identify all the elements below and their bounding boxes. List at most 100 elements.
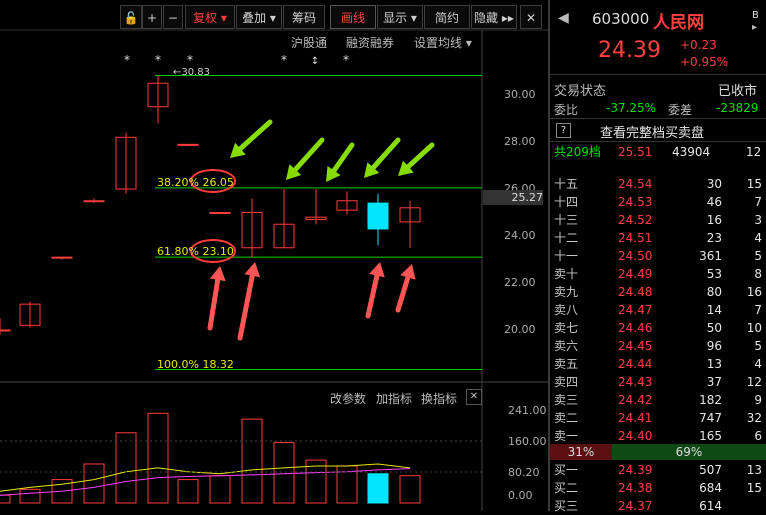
help-icon[interactable]: ? bbox=[556, 123, 571, 138]
vol-tick: 0.00 bbox=[508, 489, 533, 502]
overlay-button[interactable]: 叠加 ▾ bbox=[236, 5, 282, 29]
hgt-link[interactable]: 沪股通 bbox=[291, 34, 327, 51]
high-label: ←30.83 bbox=[173, 67, 211, 78]
ask-row[interactable]: 卖一 24.40 165 6 bbox=[550, 427, 766, 445]
level-price: 24.43 bbox=[618, 375, 653, 389]
marker-star: * bbox=[187, 53, 193, 67]
close-indicator-icon[interactable]: ✕ bbox=[466, 389, 482, 405]
volume-bar bbox=[273, 442, 295, 504]
ask-row[interactable]: 卖二 24.41 747 32 bbox=[550, 409, 766, 427]
ask-row[interactable]: 卖十 24.49 53 8 bbox=[550, 265, 766, 283]
ask-row[interactable]: 十五 24.54 30 15 bbox=[550, 175, 766, 193]
zoom-in-button[interactable]: + bbox=[142, 5, 162, 29]
volume-ma-line-yellow bbox=[0, 463, 411, 492]
candle-body bbox=[177, 143, 199, 146]
chips-button[interactable]: 筹码 bbox=[283, 5, 325, 29]
volume-bar bbox=[147, 412, 169, 504]
lock-icon[interactable]: 🔓 bbox=[120, 5, 142, 29]
level-count: 9 bbox=[754, 393, 762, 407]
level-volume: 30 bbox=[706, 177, 722, 191]
level-volume: 80 bbox=[706, 285, 722, 299]
ask-row[interactable]: 卖六 24.45 96 5 bbox=[550, 337, 766, 355]
ask-row[interactable]: 卖四 24.43 37 12 bbox=[550, 373, 766, 391]
level-price: 24.48 bbox=[618, 285, 653, 299]
level-price: 24.39 bbox=[618, 463, 653, 477]
draw-line-button[interactable]: 画线 bbox=[330, 5, 376, 29]
full-orderbook-link[interactable]: 查看完整档买卖盘 bbox=[600, 122, 704, 141]
volume-bar bbox=[209, 475, 231, 504]
ask-row[interactable]: 卖九 24.48 80 16 bbox=[550, 283, 766, 301]
quote-panel: ◀ 603000 人民网 B ▸ 24.39 +0.23 +0.95% 交易状态… bbox=[548, 0, 766, 513]
vol-tick: 160.00 bbox=[508, 435, 547, 448]
red-arrow-head bbox=[209, 266, 226, 282]
volume-bar bbox=[83, 463, 105, 504]
level-price: 24.51 bbox=[618, 231, 653, 245]
level-price: 24.52 bbox=[618, 213, 653, 227]
volume-bar bbox=[241, 418, 263, 504]
candle-body bbox=[83, 200, 105, 203]
ask-row[interactable]: 十一 24.50 361 5 bbox=[550, 247, 766, 265]
fib-label-618: 61.80% 23.10 bbox=[157, 245, 234, 258]
ask-row[interactable]: 十二 24.51 23 4 bbox=[550, 229, 766, 247]
level-label: 十四 bbox=[554, 195, 579, 209]
fuquan-button[interactable]: 复权 ▾ bbox=[185, 5, 235, 29]
next-stock-icon[interactable]: ▸ bbox=[752, 22, 757, 33]
sell-pct-bar: 69% bbox=[612, 444, 766, 460]
ask-row[interactable]: 卖八 24.47 14 7 bbox=[550, 301, 766, 319]
level-label: 卖四 bbox=[554, 375, 579, 389]
level-volume: 182 bbox=[699, 393, 722, 407]
bid-row[interactable]: 买一 24.39 507 13 bbox=[550, 461, 766, 479]
bid-row[interactable]: 买三 24.37 614 bbox=[550, 497, 766, 515]
level-count: 16 bbox=[746, 285, 762, 299]
volume-bar bbox=[399, 475, 421, 504]
level-volume: 684 bbox=[699, 481, 722, 495]
switch-indicator-button[interactable]: 换指标 bbox=[421, 390, 457, 407]
level-price: 24.49 bbox=[618, 267, 653, 281]
hide-button[interactable]: 隐藏 ▸▸ bbox=[471, 5, 517, 29]
change-value: +0.23 bbox=[680, 38, 717, 52]
level-label: 买一 bbox=[554, 463, 579, 477]
kline-chart[interactable]: * * * * * ↕ bbox=[0, 0, 548, 511]
ask-row[interactable]: 十四 24.53 46 7 bbox=[550, 193, 766, 211]
chart-toolbar: 🔓 + − 复权 ▾ 叠加 ▾ 筹码 画线 显示 ▾ 简约 隐藏 ▸▸ ✕ bbox=[0, 5, 545, 31]
level-count: 4 bbox=[754, 231, 762, 245]
display-button[interactable]: 显示 ▾ bbox=[377, 5, 423, 29]
volume-bar bbox=[0, 494, 11, 504]
level-price: 24.41 bbox=[618, 411, 653, 425]
stock-name: 人民网 bbox=[653, 13, 704, 33]
level-label: 十二 bbox=[554, 231, 579, 245]
volume-bar bbox=[115, 432, 137, 504]
close-icon[interactable]: ✕ bbox=[520, 5, 542, 29]
add-indicator-button[interactable]: 加指标 bbox=[376, 390, 412, 407]
ask-row[interactable]: 卖三 24.42 182 9 bbox=[550, 391, 766, 409]
level-volume: 96 bbox=[706, 339, 722, 353]
level-price: 24.45 bbox=[618, 339, 653, 353]
ask-row[interactable]: 卖五 24.44 13 4 bbox=[550, 355, 766, 373]
marker-star: * bbox=[281, 53, 287, 67]
current-price-tag: 25.27 bbox=[483, 190, 543, 205]
red-arrow-head bbox=[369, 262, 385, 278]
status-value: 已收市 bbox=[718, 84, 758, 99]
level-count: 5 bbox=[754, 339, 762, 353]
level-count: 7 bbox=[754, 303, 762, 317]
level-label: 卖一 bbox=[554, 429, 579, 443]
prev-stock-icon[interactable]: ◀ bbox=[558, 10, 569, 26]
level-count: 15 bbox=[746, 177, 762, 191]
edit-params-button[interactable]: 改参数 bbox=[330, 390, 366, 407]
level-volume: 361 bbox=[699, 249, 722, 263]
level-count: 5 bbox=[754, 249, 762, 263]
change-pct: +0.95% bbox=[680, 55, 729, 69]
level-price: 24.38 bbox=[618, 481, 653, 495]
level-label: 十三 bbox=[554, 213, 579, 227]
ma-settings-link[interactable]: 设置均线 ▾ bbox=[414, 34, 472, 51]
margin-link[interactable]: 融资融券 bbox=[346, 34, 394, 51]
bid-row[interactable]: 买二 24.38 684 15 bbox=[550, 479, 766, 497]
ask-row[interactable]: 十三 24.52 16 3 bbox=[550, 211, 766, 229]
zoom-out-button[interactable]: − bbox=[163, 5, 183, 29]
level-volume: 37 bbox=[706, 375, 722, 389]
ask-row[interactable]: 卖七 24.46 50 10 bbox=[550, 319, 766, 337]
marker-star: * bbox=[124, 53, 130, 67]
marker-updown: ↕ bbox=[311, 56, 319, 67]
simple-button[interactable]: 简约 bbox=[424, 5, 470, 29]
level-volume: 23 bbox=[706, 231, 722, 245]
